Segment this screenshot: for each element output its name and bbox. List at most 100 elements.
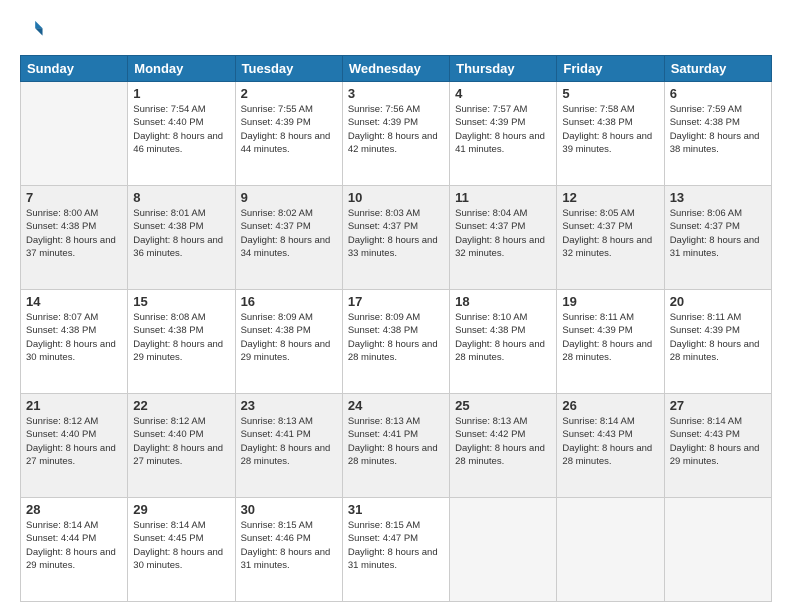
calendar-week-row: 21Sunrise: 8:12 AMSunset: 4:40 PMDayligh… xyxy=(21,394,772,498)
day-info: Sunrise: 7:58 AMSunset: 4:38 PMDaylight:… xyxy=(562,103,658,156)
day-info: Sunrise: 8:14 AMSunset: 4:45 PMDaylight:… xyxy=(133,519,229,572)
calendar-header-wednesday: Wednesday xyxy=(342,56,449,82)
day-info: Sunrise: 8:01 AMSunset: 4:38 PMDaylight:… xyxy=(133,207,229,260)
day-number: 17 xyxy=(348,294,444,309)
day-info: Sunrise: 8:11 AMSunset: 4:39 PMDaylight:… xyxy=(670,311,766,364)
calendar-cell xyxy=(664,498,771,602)
calendar-cell: 24Sunrise: 8:13 AMSunset: 4:41 PMDayligh… xyxy=(342,394,449,498)
day-number: 1 xyxy=(133,86,229,101)
daylight-label: Daylight: 8 hours and 34 minutes. xyxy=(241,235,331,259)
day-info: Sunrise: 8:05 AMSunset: 4:37 PMDaylight:… xyxy=(562,207,658,260)
daylight-label: Daylight: 8 hours and 32 minutes. xyxy=(455,235,545,259)
page: SundayMondayTuesdayWednesdayThursdayFrid… xyxy=(0,0,792,612)
calendar-cell: 9Sunrise: 8:02 AMSunset: 4:37 PMDaylight… xyxy=(235,186,342,290)
sunrise-label: Sunrise: 8:11 AM xyxy=(562,312,634,323)
calendar-cell: 13 Sunrise: 8:06 AMSunset: 4:37 PMDayligh… xyxy=(664,186,771,290)
day-number: 14 xyxy=(26,294,122,309)
sunset-label: Sunset: 4:41 PM xyxy=(241,429,311,440)
day-info: Sunrise: 8:09 AMSunset: 4:38 PMDaylight:… xyxy=(348,311,444,364)
day-info: Sunrise: 8:11 AMSunset: 4:39 PMDaylight:… xyxy=(562,311,658,364)
sunset-label: Sunset: 4:40 PM xyxy=(133,117,203,128)
sunrise-label: Sunrise: 8:06 AM xyxy=(670,208,742,219)
sunrise-label: Sunrise: 8:14 AM xyxy=(26,520,98,531)
sunset-label: Sunset: 4:37 PM xyxy=(241,221,311,232)
day-number: 31 xyxy=(348,502,444,517)
sunset-label: Sunset: 4:39 PM xyxy=(241,117,311,128)
calendar-table: SundayMondayTuesdayWednesdayThursdayFrid… xyxy=(20,55,772,602)
daylight-label: Daylight: 8 hours and 39 minutes. xyxy=(562,131,652,155)
daylight-label: Daylight: 8 hours and 44 minutes. xyxy=(241,131,331,155)
calendar-cell: 27Sunrise: 8:14 AMSunset: 4:43 PMDayligh… xyxy=(664,394,771,498)
calendar-header-friday: Friday xyxy=(557,56,664,82)
sunset-label: Sunset: 4:45 PM xyxy=(133,533,203,544)
calendar-cell: 23Sunrise: 8:13 AMSunset: 4:41 PMDayligh… xyxy=(235,394,342,498)
daylight-label: Daylight: 8 hours and 28 minutes. xyxy=(348,339,438,363)
sunrise-label: Sunrise: 7:59 AM xyxy=(670,104,742,115)
daylight-label: Daylight: 8 hours and 31 minutes. xyxy=(348,547,438,571)
calendar-cell xyxy=(21,82,128,186)
header xyxy=(20,18,772,45)
sunrise-label: Sunrise: 8:15 AM xyxy=(241,520,313,531)
sunrise-label: Sunrise: 8:09 AM xyxy=(348,312,420,323)
day-info: Sunrise: 8:14 AMSunset: 4:43 PMDaylight:… xyxy=(670,415,766,468)
sunset-label: Sunset: 4:37 PM xyxy=(348,221,418,232)
daylight-label: Daylight: 8 hours and 30 minutes. xyxy=(26,339,116,363)
calendar-cell: 16Sunrise: 8:09 AMSunset: 4:38 PMDayligh… xyxy=(235,290,342,394)
day-number: 6 xyxy=(670,86,766,101)
day-info: Sunrise: 7:56 AMSunset: 4:39 PMDaylight:… xyxy=(348,103,444,156)
calendar-header-row: SundayMondayTuesdayWednesdayThursdayFrid… xyxy=(21,56,772,82)
calendar-cell: 15Sunrise: 8:08 AMSunset: 4:38 PMDayligh… xyxy=(128,290,235,394)
sunset-label: Sunset: 4:39 PM xyxy=(348,117,418,128)
sunrise-label: Sunrise: 8:13 AM xyxy=(348,416,420,427)
calendar-cell: 26Sunrise: 8:14 AMSunset: 4:43 PMDayligh… xyxy=(557,394,664,498)
calendar-week-row: 1 Sunrise: 7:54 AMSunset: 4:40 PMDaylight… xyxy=(21,82,772,186)
logo xyxy=(20,18,44,45)
day-number: 7 xyxy=(26,190,122,205)
day-number: 4 xyxy=(455,86,551,101)
sunset-label: Sunset: 4:40 PM xyxy=(133,429,203,440)
daylight-label: Daylight: 8 hours and 28 minutes. xyxy=(562,339,652,363)
sunset-label: Sunset: 4:43 PM xyxy=(562,429,632,440)
sunrise-label: Sunrise: 8:05 AM xyxy=(562,208,634,219)
sunset-label: Sunset: 4:43 PM xyxy=(670,429,740,440)
calendar-week-row: 7Sunrise: 8:00 AMSunset: 4:38 PMDaylight… xyxy=(21,186,772,290)
sunset-label: Sunset: 4:42 PM xyxy=(455,429,525,440)
sunrise-label: Sunrise: 8:12 AM xyxy=(26,416,98,427)
sunrise-label: Sunrise: 7:57 AM xyxy=(455,104,527,115)
day-info: Sunrise: 7:59 AMSunset: 4:38 PMDaylight:… xyxy=(670,103,766,156)
day-info: Sunrise: 8:04 AMSunset: 4:37 PMDaylight:… xyxy=(455,207,551,260)
daylight-label: Daylight: 8 hours and 38 minutes. xyxy=(670,131,760,155)
day-number: 19 xyxy=(562,294,658,309)
day-number: 13 xyxy=(670,190,766,205)
sunrise-label: Sunrise: 8:08 AM xyxy=(133,312,205,323)
day-number: 28 xyxy=(26,502,122,517)
calendar-cell xyxy=(557,498,664,602)
sunset-label: Sunset: 4:39 PM xyxy=(455,117,525,128)
day-number: 29 xyxy=(133,502,229,517)
sunrise-label: Sunrise: 8:03 AM xyxy=(348,208,420,219)
calendar-cell: 31Sunrise: 8:15 AMSunset: 4:47 PMDayligh… xyxy=(342,498,449,602)
calendar-header-thursday: Thursday xyxy=(450,56,557,82)
sunrise-label: Sunrise: 8:12 AM xyxy=(133,416,205,427)
calendar-cell: 8 Sunrise: 8:01 AMSunset: 4:38 PMDaylight… xyxy=(128,186,235,290)
logo-icon xyxy=(22,18,44,40)
daylight-label: Daylight: 8 hours and 41 minutes. xyxy=(455,131,545,155)
sunrise-label: Sunrise: 8:13 AM xyxy=(455,416,527,427)
day-info: Sunrise: 8:06 AMSunset: 4:37 PMDaylight:… xyxy=(670,207,766,260)
daylight-label: Daylight: 8 hours and 37 minutes. xyxy=(26,235,116,259)
sunset-label: Sunset: 4:38 PM xyxy=(241,325,311,336)
sunset-label: Sunset: 4:38 PM xyxy=(562,117,632,128)
day-number: 9 xyxy=(241,190,337,205)
day-number: 8 xyxy=(133,190,229,205)
day-info: Sunrise: 8:07 AMSunset: 4:38 PMDaylight:… xyxy=(26,311,122,364)
calendar-cell: 25Sunrise: 8:13 AMSunset: 4:42 PMDayligh… xyxy=(450,394,557,498)
calendar-week-row: 28 Sunrise: 8:14 AM Sunset: 4:44 PM Dayligh… xyxy=(21,498,772,602)
daylight-label: Daylight: 8 hours and 33 minutes. xyxy=(348,235,438,259)
sunrise-label: Sunrise: 8:14 AM xyxy=(133,520,205,531)
sunset-label: Sunset: 4:38 PM xyxy=(26,325,96,336)
daylight-label: Daylight: 8 hours and 46 minutes. xyxy=(133,131,223,155)
daylight-label: Daylight: 8 hours and 28 minutes. xyxy=(670,339,760,363)
sunrise-label: Sunrise: 8:01 AM xyxy=(133,208,205,219)
sunset-label: Sunset: 4:44 PM xyxy=(26,533,96,544)
day-info: Sunrise: 7:54 AMSunset: 4:40 PMDaylight:… xyxy=(133,103,229,156)
